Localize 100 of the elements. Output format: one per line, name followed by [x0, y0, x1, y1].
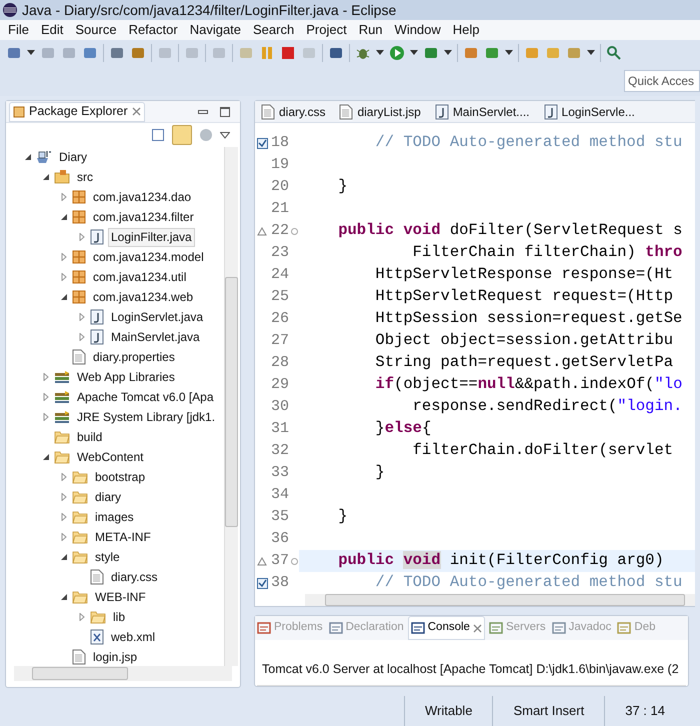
tree-item[interactable]: style	[92, 548, 123, 566]
run-icon[interactable]	[389, 45, 405, 61]
pause-icon[interactable]	[259, 45, 275, 61]
tree-item[interactable]: images	[92, 508, 137, 526]
collapsed-arrow-icon[interactable]	[78, 313, 86, 321]
tree-item[interactable]: src	[74, 168, 96, 186]
caret-icon[interactable]	[587, 50, 595, 56]
caret-icon[interactable]	[444, 50, 452, 56]
menu-item[interactable]: Edit	[34, 20, 70, 40]
expanded-arrow-icon[interactable]	[24, 153, 32, 161]
menu-item[interactable]: Source	[69, 20, 123, 40]
tree-item[interactable]: com.java1234.dao	[90, 188, 194, 206]
tree-item[interactable]: WebContent	[74, 448, 146, 466]
tree-item[interactable]: MainServlet.java	[108, 328, 203, 346]
editor-tab[interactable]: LoginServle...	[538, 100, 641, 122]
tree-item[interactable]: login.jsp	[90, 648, 140, 666]
library-icon	[54, 370, 70, 384]
tree-item[interactable]: LoginServlet.java	[108, 308, 206, 326]
tree-item[interactable]: diary.css	[108, 568, 160, 586]
fold-icon[interactable]	[290, 558, 298, 564]
collapsed-arrow-icon[interactable]	[78, 613, 86, 621]
horizontal-scrollbar[interactable]	[305, 594, 695, 606]
caret-icon[interactable]	[505, 50, 513, 56]
java-file-icon	[90, 309, 104, 325]
package-explorer-tab[interactable]: Package Explorer	[9, 102, 145, 122]
tree-item[interactable]: diary	[92, 488, 124, 506]
line-number: 32	[270, 440, 289, 461]
menu-item[interactable]: Search	[247, 20, 300, 40]
tree-item[interactable]: Apache Tomcat v6.0 [Apa	[74, 388, 217, 406]
menu-item[interactable]: Window	[388, 20, 447, 40]
code-line: // TODO Auto-generated method stu	[374, 132, 682, 154]
line-number: 37	[270, 550, 289, 571]
editor-tab[interactable]: diaryList.jsp	[333, 100, 427, 122]
caret-icon[interactable]	[410, 50, 418, 56]
vertical-scrollbar[interactable]	[224, 147, 238, 666]
expanded-arrow-icon[interactable]	[60, 593, 68, 601]
editor-tab[interactable]: diary.css	[255, 100, 332, 122]
collapsed-arrow-icon[interactable]	[42, 373, 50, 381]
fold-icon[interactable]	[290, 228, 298, 234]
menu-item[interactable]: Help	[446, 20, 486, 40]
expanded-arrow-icon[interactable]	[60, 293, 68, 301]
expanded-arrow-icon[interactable]	[42, 453, 50, 461]
tree-item[interactable]: com.java1234.web	[90, 288, 196, 306]
collapsed-arrow-icon[interactable]	[60, 253, 68, 261]
collapsed-arrow-icon[interactable]	[78, 233, 86, 241]
close-icon[interactable]	[472, 624, 482, 632]
line-number: 27	[270, 330, 289, 351]
tree-item[interactable]: WEB-INF	[92, 588, 149, 606]
collapsed-arrow-icon[interactable]	[60, 513, 68, 521]
tree-item[interactable]: JRE System Library [jdk1.	[74, 408, 218, 426]
menu-item[interactable]: Project	[300, 20, 353, 40]
tree-item[interactable]: Web App Libraries	[74, 368, 178, 386]
editor-tab[interactable]: MainServlet....	[428, 100, 536, 122]
collapsed-arrow-icon[interactable]	[42, 413, 50, 421]
menu-item[interactable]: Navigate	[184, 20, 248, 40]
caret-icon[interactable]	[376, 50, 384, 56]
java-file-icon	[434, 104, 449, 120]
console-icon	[410, 621, 425, 635]
tree-item[interactable]: META-INF	[92, 528, 154, 546]
file-icon	[72, 349, 86, 365]
code-line: }	[337, 506, 348, 528]
view-menu-icon[interactable]	[220, 132, 230, 138]
menu-item[interactable]: File	[2, 20, 35, 40]
tree-item[interactable]: diary.properties	[90, 348, 178, 366]
search-icon[interactable]	[606, 45, 622, 61]
expanded-arrow-icon[interactable]	[42, 173, 50, 181]
library-icon	[54, 410, 70, 424]
collapsed-arrow-icon[interactable]	[60, 193, 68, 201]
tree-item[interactable]: web.xml	[108, 628, 158, 646]
close-icon[interactable]	[132, 107, 141, 116]
collapsed-arrow-icon[interactable]	[78, 333, 86, 341]
link-with-editor-icon[interactable]	[172, 125, 192, 145]
collapsed-arrow-icon[interactable]	[60, 533, 68, 541]
tree-item[interactable]: com.java1234.filter	[90, 208, 197, 226]
tree-item[interactable]: LoginFilter.java	[108, 228, 195, 246]
caret-icon[interactable]	[27, 50, 35, 56]
tree-item[interactable]: com.java1234.util	[90, 268, 190, 286]
collapsed-arrow-icon[interactable]	[60, 473, 68, 481]
tree-item[interactable]: lib	[110, 608, 128, 626]
menu-item[interactable]: Run	[352, 20, 389, 40]
stop-icon[interactable]	[280, 45, 296, 61]
collapsed-arrow-icon[interactable]	[60, 273, 68, 281]
minimize-icon[interactable]	[198, 110, 208, 114]
tree-item[interactable]: bootstrap	[92, 468, 148, 486]
collapsed-arrow-icon[interactable]	[42, 393, 50, 401]
horizontal-scrollbar[interactable]	[14, 666, 232, 681]
tree-item[interactable]: Diary	[56, 148, 90, 166]
expanded-arrow-icon[interactable]	[60, 553, 68, 561]
quick-access-field[interactable]: Quick Acces	[624, 70, 700, 92]
collapsed-arrow-icon[interactable]	[60, 493, 68, 501]
code-line: HttpServletRequest request=(Http	[374, 286, 674, 308]
maximize-icon[interactable]	[220, 106, 230, 116]
tree-item[interactable]: build	[74, 428, 106, 446]
project-icon	[36, 149, 52, 165]
tree-item[interactable]: com.java1234.model	[90, 248, 207, 266]
expanded-arrow-icon[interactable]	[60, 213, 68, 221]
line-number: 21	[270, 198, 289, 219]
java-file-icon	[90, 229, 104, 245]
panel-tab[interactable]: Console	[408, 616, 485, 640]
menu-item[interactable]: Refactor	[122, 20, 184, 40]
